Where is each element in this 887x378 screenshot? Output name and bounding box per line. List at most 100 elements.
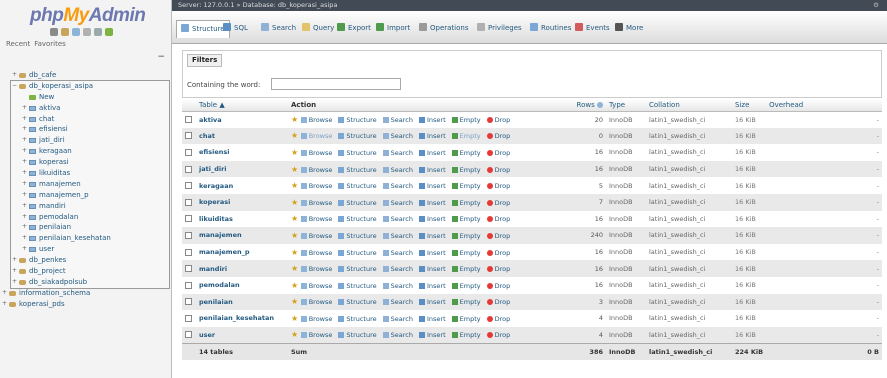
documentation-icon[interactable]: [83, 28, 91, 36]
action-drop-link[interactable]: Drop: [486, 331, 510, 339]
action-browse-link[interactable]: Browse: [300, 182, 332, 190]
table-name-link[interactable]: chat: [196, 127, 288, 145]
action-drop-link[interactable]: Drop: [486, 149, 510, 157]
action-empty-link[interactable]: Empty: [451, 182, 481, 190]
favorite-star-icon[interactable]: ★: [291, 214, 301, 223]
favorite-star-icon[interactable]: ★: [291, 231, 301, 240]
row-checkbox[interactable]: [185, 281, 192, 289]
action-drop-link[interactable]: Drop: [486, 232, 510, 240]
breadcrumb-server[interactable]: Server: 127.0.0.1: [178, 1, 234, 9]
expand-icon[interactable]: +: [22, 244, 27, 255]
action-browse-link[interactable]: Browse: [300, 215, 332, 223]
favorite-star-icon[interactable]: ★: [291, 148, 301, 157]
table-size[interactable]: 16 KiB: [732, 111, 767, 128]
action-structure-link[interactable]: Structure: [338, 149, 377, 157]
table-size[interactable]: 16 KiB: [732, 177, 767, 194]
tree-item-likuiditas[interactable]: + likuiditas: [0, 168, 172, 179]
favorite-star-icon[interactable]: ★: [291, 198, 301, 207]
action-browse-link[interactable]: Browse: [300, 166, 332, 174]
expand-icon[interactable]: +: [22, 179, 27, 190]
table-size[interactable]: 16 KiB: [732, 293, 767, 311]
filter-search-input[interactable]: [271, 78, 401, 90]
database-icon[interactable]: [61, 28, 69, 36]
action-insert-link[interactable]: Insert: [418, 199, 446, 207]
home-icon[interactable]: [50, 28, 58, 36]
action-empty-link[interactable]: Empty: [451, 315, 481, 323]
action-search-link[interactable]: Search: [382, 265, 413, 273]
expand-icon[interactable]: +: [22, 222, 27, 233]
tree-item-mandiri[interactable]: + mandiri: [0, 201, 172, 212]
action-drop-link[interactable]: Drop: [486, 265, 510, 273]
action-structure-link[interactable]: Structure: [338, 199, 377, 207]
header-table[interactable]: Table ▲: [196, 99, 288, 112]
collapse-all-icon[interactable]: −: [157, 53, 165, 62]
tree-item-aktiva[interactable]: + aktiva: [0, 103, 172, 114]
table-size[interactable]: 16 KiB: [732, 144, 767, 161]
expand-icon[interactable]: +: [22, 135, 27, 146]
action-search-link[interactable]: Search: [382, 315, 413, 323]
action-empty-link[interactable]: Empty: [451, 149, 481, 157]
action-empty-link[interactable]: Empty: [451, 166, 481, 174]
action-insert-link[interactable]: Insert: [418, 315, 446, 323]
row-checkbox[interactable]: [185, 248, 192, 256]
table-name-link[interactable]: mandiri: [196, 260, 288, 277]
table-name-link[interactable]: likuiditas: [196, 210, 288, 228]
action-drop-link[interactable]: Drop: [486, 166, 510, 174]
expand-icon[interactable]: +: [22, 103, 27, 114]
action-structure-link[interactable]: Structure: [338, 298, 377, 306]
action-search-link[interactable]: Search: [382, 166, 413, 174]
action-structure-link[interactable]: Structure: [338, 116, 377, 124]
table-size[interactable]: 16 KiB: [732, 227, 767, 244]
action-browse-link[interactable]: Browse: [300, 232, 332, 240]
action-structure-link[interactable]: Structure: [338, 215, 377, 223]
action-empty-link[interactable]: Empty: [451, 116, 481, 124]
table-name-link[interactable]: pemodalan: [196, 276, 288, 294]
favorite-star-icon[interactable]: ★: [291, 115, 301, 124]
favorite-star-icon[interactable]: ★: [291, 264, 301, 273]
expand-icon[interactable]: +: [12, 277, 17, 288]
tab-events[interactable]: Events: [575, 20, 610, 36]
table-size[interactable]: 16 KiB: [732, 310, 767, 327]
action-structure-link[interactable]: Structure: [338, 331, 377, 339]
gear-icon[interactable]: ⚙: [873, 0, 879, 11]
tree-item-user[interactable]: + user: [0, 244, 172, 255]
row-checkbox[interactable]: [185, 298, 192, 306]
tab-structure[interactable]: Structure: [176, 20, 230, 38]
row-checkbox[interactable]: [185, 148, 192, 156]
action-browse-link[interactable]: Browse: [300, 282, 332, 290]
table-size[interactable]: 16 KiB: [732, 326, 767, 344]
favorite-star-icon[interactable]: ★: [291, 131, 301, 140]
favorite-star-icon[interactable]: ★: [291, 297, 301, 306]
expand-icon[interactable]: +: [22, 168, 27, 179]
tree-item-db-siakadpolsub[interactable]: + db_siakadpolsub: [0, 277, 172, 288]
action-empty-link[interactable]: Empty: [451, 132, 481, 140]
tree-item-db-cafe[interactable]: + db_cafe: [0, 70, 172, 81]
action-empty-link[interactable]: Empty: [451, 265, 481, 273]
action-structure-link[interactable]: Structure: [338, 265, 377, 273]
action-drop-link[interactable]: Drop: [486, 215, 510, 223]
tree-item-koperasi-pds[interactable]: + koperasi_pds: [0, 299, 172, 310]
action-empty-link[interactable]: Empty: [451, 298, 481, 306]
favorite-star-icon[interactable]: ★: [291, 330, 301, 339]
action-insert-link[interactable]: Insert: [418, 282, 446, 290]
tab-privileges[interactable]: Privileges: [477, 20, 522, 36]
tree-item-koperasi[interactable]: + koperasi: [0, 157, 172, 168]
action-structure-link[interactable]: Structure: [338, 282, 377, 290]
action-insert-link[interactable]: Insert: [418, 265, 446, 273]
reload-icon[interactable]: [105, 28, 113, 36]
action-search-link[interactable]: Search: [382, 182, 413, 190]
action-search-link[interactable]: Search: [382, 116, 413, 124]
tree-item-db-koperasi-asipa[interactable]: − db_koperasi_asipa: [0, 81, 172, 92]
tree-item-chat[interactable]: + chat: [0, 114, 172, 125]
action-browse-link[interactable]: Browse: [300, 116, 332, 124]
tree-item-penilaian[interactable]: + penilaian: [0, 222, 172, 233]
table-name-link[interactable]: jati_diri: [196, 160, 288, 178]
action-browse-link[interactable]: Browse: [300, 298, 332, 306]
action-browse-link[interactable]: Browse: [300, 249, 332, 257]
expand-icon[interactable]: +: [22, 124, 27, 135]
action-empty-link[interactable]: Empty: [451, 215, 481, 223]
action-drop-link[interactable]: Drop: [486, 199, 510, 207]
tab-more[interactable]: More: [615, 20, 643, 36]
row-checkbox[interactable]: [185, 231, 192, 239]
tree-item-penilaian-kesehatan[interactable]: + penilaian_kesehatan: [0, 233, 172, 244]
